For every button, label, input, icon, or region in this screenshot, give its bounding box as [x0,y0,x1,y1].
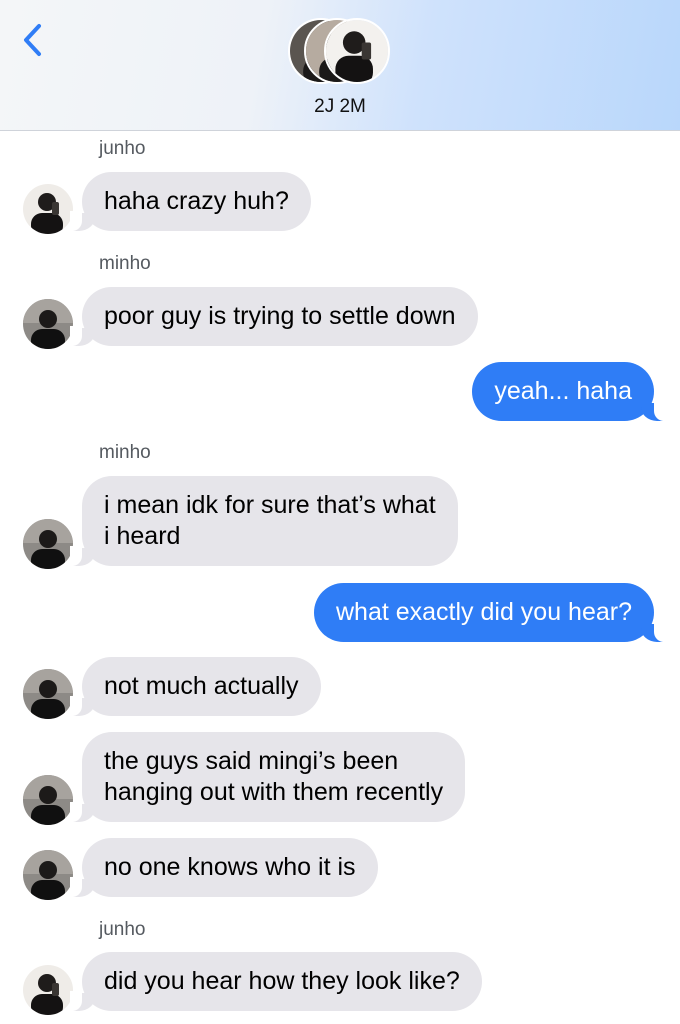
message-bubble: i mean idk for sure that’s what i heard [70,476,458,566]
message-bubble: the guys said mingi’s been hanging out w… [69,732,466,822]
message-bubble: did you hear how they look like? [70,952,482,1011]
message-line: i mean idk for sure that’s what [104,491,436,519]
message-line: i heard [104,522,181,550]
sender-name: minho [99,253,151,274]
avatar [23,299,73,349]
message-line: hanging out with them recently [104,778,444,806]
message-bubble-outgoing: what exactly did you hear? [313,583,667,642]
avatar [23,519,73,569]
message-bubble-outgoing: yeah... haha [472,362,666,421]
avatar [23,184,73,234]
sender-name: minho [99,442,151,463]
sender-name: junho [99,138,146,159]
message-bubble: haha crazy huh? [70,172,311,231]
avatar [23,850,73,900]
avatar [23,965,73,1015]
message-bubble: not much actually [70,657,321,716]
chevron-left-icon [24,24,41,56]
group-avatars[interactable] [288,18,392,88]
back-button[interactable] [14,18,54,62]
message-bubble: no one knows who it is [70,838,378,897]
avatar [23,775,73,825]
sender-name: junho [99,919,146,940]
conversation-header: 2J 2M [0,0,680,131]
avatar [23,669,73,719]
message-bubble: poor guy is trying to settle down [70,287,478,346]
group-name[interactable]: 2J 2M [0,96,680,118]
message-line: the guys said mingi’s been [104,747,399,775]
member-avatar [324,18,390,84]
